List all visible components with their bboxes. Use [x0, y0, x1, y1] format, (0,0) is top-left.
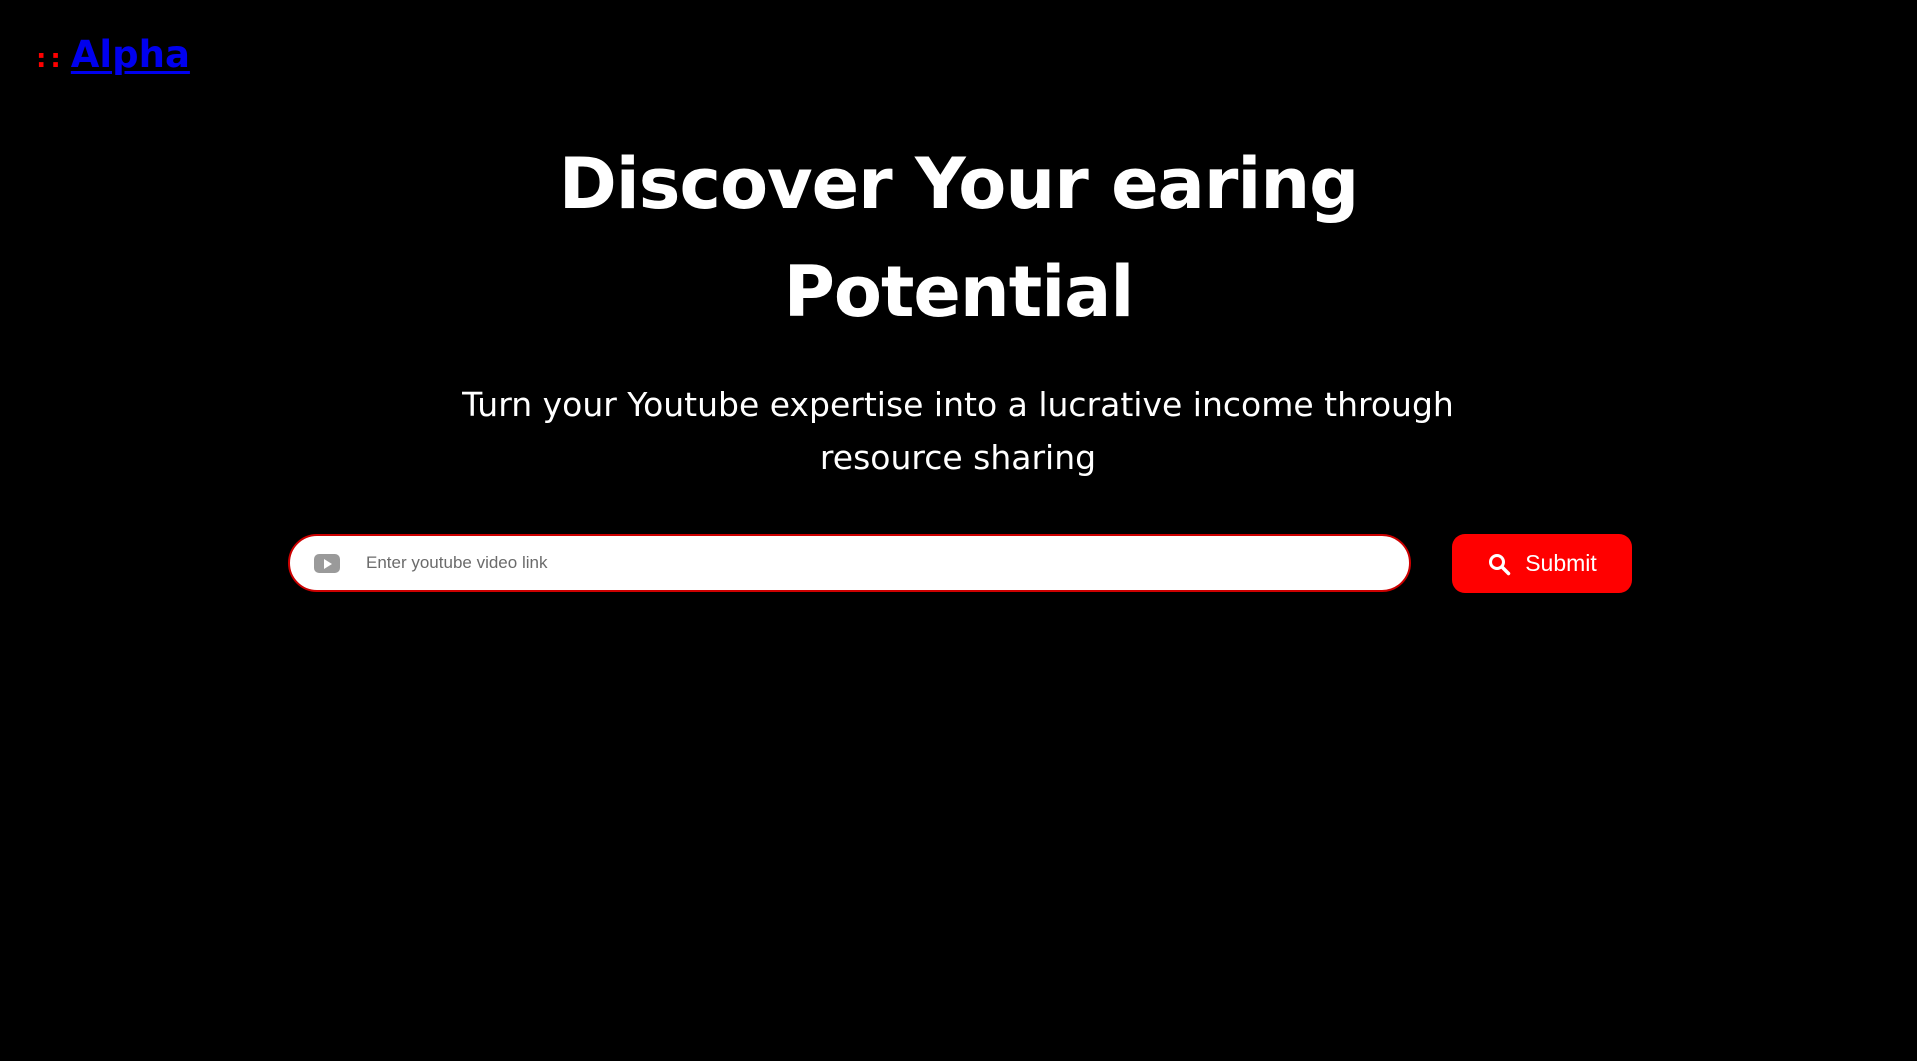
- hero-title: Discover Your earing Potential: [0, 130, 1917, 346]
- search-box[interactable]: [288, 534, 1411, 592]
- submit-button[interactable]: Submit: [1452, 534, 1632, 593]
- video-link-input[interactable]: [364, 542, 1368, 584]
- hero-title-line-1: Discover Your earing: [558, 143, 1360, 225]
- search-icon: [1489, 553, 1511, 575]
- youtube-icon: [314, 553, 340, 573]
- hero-title-line-2: Potential: [783, 251, 1135, 333]
- page: :: Alpha Discover Your earing Potential …: [0, 0, 1917, 1061]
- logo-dots-icon: ::: [36, 43, 65, 74]
- submit-label: Submit: [1525, 550, 1597, 576]
- hero-subtitle: Turn your Youtube expertise into a lucra…: [462, 385, 1454, 477]
- logo: :: Alpha: [36, 36, 190, 73]
- logo-link[interactable]: Alpha: [71, 36, 190, 73]
